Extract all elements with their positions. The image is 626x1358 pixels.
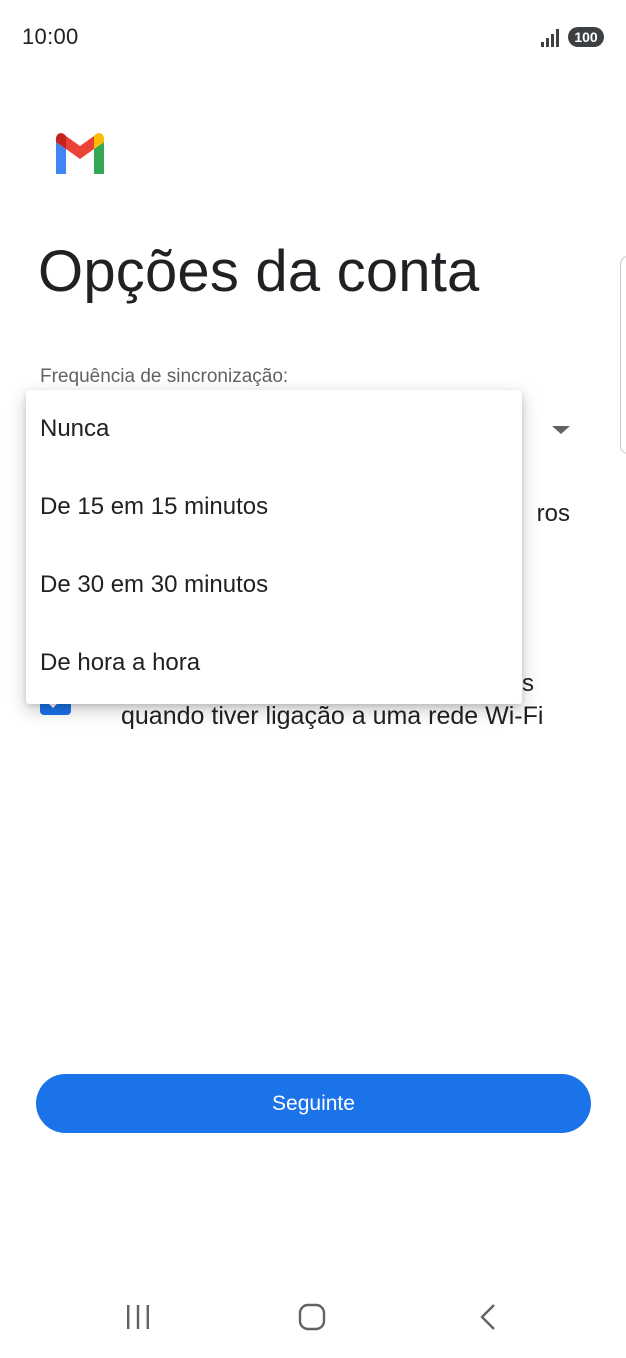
page-title: Opções da conta (38, 239, 480, 304)
gmail-logo (56, 133, 104, 174)
edge-panel-handle[interactable] (620, 256, 626, 454)
wifi-download-label: quando tiver ligação a uma rede Wi-Fi (121, 702, 544, 730)
signal-bars-icon (541, 29, 559, 47)
sync-frequency-label: Frequência de sincronização: (40, 366, 289, 387)
home-icon[interactable] (298, 1303, 326, 1331)
dropdown-arrow-icon[interactable] (552, 426, 570, 434)
recents-icon[interactable] (124, 1304, 152, 1330)
dropdown-option-30-min[interactable]: De 30 em 30 minutos (26, 546, 522, 624)
dropdown-option-hourly[interactable]: De hora a hora (26, 624, 522, 702)
dropdown-option-15-min[interactable]: De 15 em 15 minutos (26, 468, 522, 546)
status-time: 10:00 (22, 24, 79, 49)
battery-indicator: 100 (568, 27, 604, 47)
dropdown-option-never[interactable]: Nunca (26, 390, 522, 468)
next-button[interactable]: Seguinte (36, 1074, 591, 1133)
account-options-screen: 10:00 100 Opções da conta Frequência de … (0, 0, 626, 1358)
back-icon[interactable] (478, 1303, 498, 1331)
sync-frequency-dropdown: Nunca De 15 em 15 minutos De 30 em 30 mi… (26, 390, 522, 704)
